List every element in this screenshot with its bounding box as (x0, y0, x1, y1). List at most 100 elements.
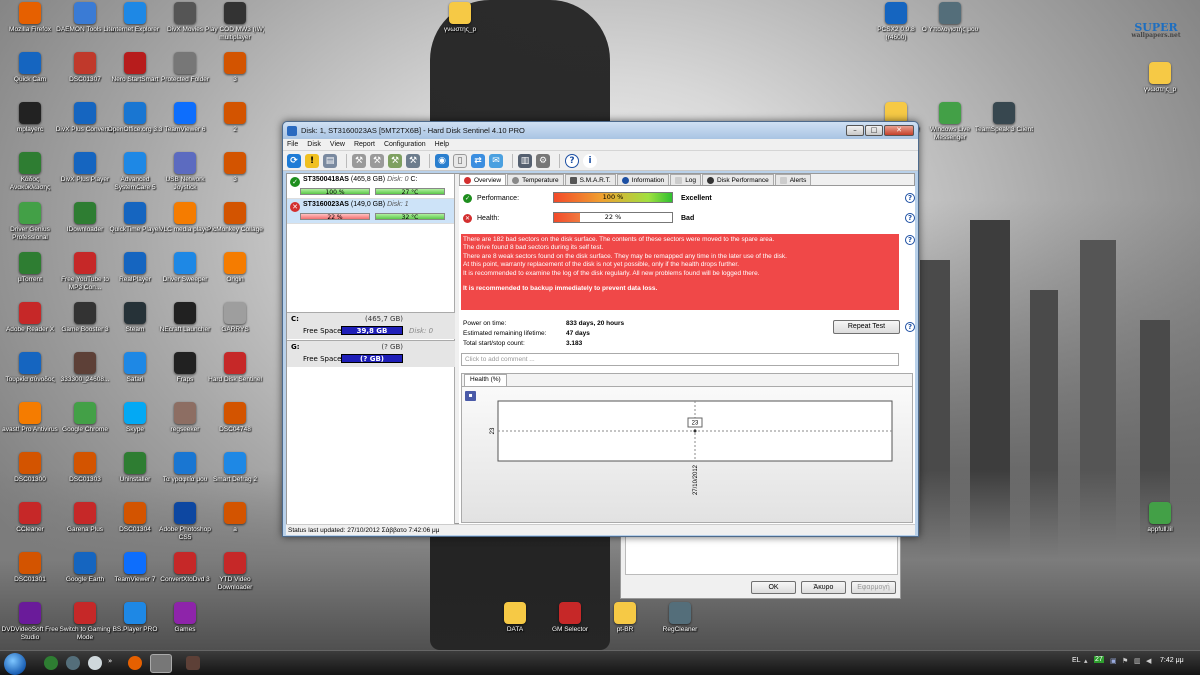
desktop-icon[interactable]: Driver Genius Professional (0, 202, 60, 242)
menu-report[interactable]: Report (354, 141, 375, 148)
tray-arrow-icon[interactable]: ▴ (1084, 657, 1088, 665)
desktop-icon[interactable]: γνωστης_p (1130, 62, 1190, 94)
tab-alerts[interactable]: Alerts (774, 174, 812, 185)
desktop-icon[interactable]: RegCleaner (650, 602, 710, 634)
desktop-icon[interactable]: µTorrent (0, 252, 60, 284)
desktop-icon[interactable]: DSC01301 (0, 552, 60, 584)
utorrent-taskbar-icon[interactable] (44, 656, 58, 670)
dialog-cancel-button[interactable]: Άκυρο (801, 581, 846, 594)
help-icon[interactable]: ? (565, 153, 579, 168)
volume-icon[interactable]: ◀ (1146, 657, 1151, 665)
tab-overview[interactable]: Overview (459, 174, 507, 185)
desktop-icon[interactable]: 3 (205, 52, 265, 84)
close-button[interactable]: ✕ (884, 125, 914, 136)
tab-disk-performance[interactable]: Disk Performance (702, 174, 774, 185)
desktop-icon[interactable]: Origin (205, 252, 265, 284)
desktop-icon[interactable]: DATA (485, 602, 545, 634)
help-icon[interactable]: ? (905, 235, 915, 245)
test-icon[interactable]: ⚒ (370, 153, 384, 168)
network-tray-icon[interactable]: ▥ (1134, 657, 1141, 665)
desktop-icon[interactable]: TeamSpeak 3 Client (974, 102, 1034, 134)
help-icon[interactable]: ? (905, 322, 915, 332)
desktop-icon[interactable]: avast! Pro Antivirus (0, 402, 60, 434)
desktop-icon[interactable]: Play COD MW3 (IW) multiplayer (205, 2, 265, 42)
desktop-icon[interactable]: DVDVideoSoft Free Studio (0, 602, 60, 642)
desktop-icon[interactable]: Games (155, 602, 215, 634)
desktop-icon[interactable]: 3 (205, 152, 265, 184)
desktop-icon[interactable]: DSC04748 (205, 402, 265, 434)
tools-icon[interactable]: ⚒ (406, 153, 420, 168)
desktop-icon[interactable]: Τουρκία σύνοδος (0, 352, 60, 384)
desktop-icon[interactable]: a (205, 502, 265, 534)
network-taskbar-icon[interactable] (66, 656, 80, 670)
desktop-icon[interactable]: Windows Live Messenger (920, 102, 980, 142)
window-titlebar[interactable]: Disk: 1, ST3160023AS [5MT2TX6B] - Hard D… (283, 122, 918, 139)
tray-app-icon[interactable]: ▣ (1110, 657, 1117, 665)
menu-file[interactable]: File (287, 141, 298, 148)
minimize-button[interactable]: – (846, 125, 864, 136)
warning-icon[interactable]: ! (305, 153, 319, 168)
desktop-icon[interactable]: Mozilla Firefox (0, 2, 60, 34)
desktop-icon[interactable]: CCleaner (0, 502, 60, 534)
settings-icon[interactable]: ⚙ (536, 153, 550, 168)
chart-tab-health[interactable]: Health (%) (464, 374, 507, 386)
drive-item-c[interactable]: C: (465,7 GB) Free Space 39,8 GB Disk: 0 (287, 312, 455, 339)
send-icon[interactable]: ✉ (489, 153, 503, 168)
protected-folder-icon (174, 52, 196, 74)
desktop-icon[interactable]: GARRYS (205, 302, 265, 334)
language-indicator[interactable]: EL (1072, 657, 1081, 664)
clock[interactable]: 7:42 μμ (1160, 657, 1184, 664)
help-icon[interactable]: ? (905, 213, 915, 223)
app-taskbar-icon[interactable] (186, 656, 200, 670)
menu-view[interactable]: View (330, 141, 345, 148)
hard-disk-sentinel-taskbar-icon[interactable] (150, 654, 172, 673)
tab-information[interactable]: Information (616, 174, 670, 185)
desktop-icon[interactable]: Hard Disk Sentinel (205, 352, 265, 384)
desktop-icon[interactable]: Ο Υπολογιστής μου (920, 2, 980, 34)
menu-configuration[interactable]: Configuration (384, 141, 426, 148)
dialog-ok-button[interactable]: OK (751, 581, 796, 594)
tray-temperature-badge[interactable]: 27 (1094, 656, 1104, 663)
desktop-icon[interactable]: PCSX2 0.9.8 (r4600) (866, 2, 926, 42)
drive-item-g[interactable]: G: (? GB) Free Space (? GB) (287, 340, 455, 367)
refresh-icon[interactable]: ⟳ (287, 153, 301, 168)
maximize-button[interactable]: □ (865, 125, 883, 136)
disk-item-selected[interactable]: ✕ ST3160023AS (149,0 GB) Disk: 1 22 % 32… (287, 199, 454, 224)
info-icon[interactable]: i (583, 153, 597, 168)
comment-field[interactable]: Click to add comment ... (461, 353, 899, 366)
tab-temperature[interactable]: Temperature (507, 174, 564, 185)
desktop-icon[interactable]: YTD Video Downloader (205, 552, 265, 592)
surface-test-icon[interactable]: ⚒ (388, 153, 402, 168)
hammer-icon[interactable]: ⚒ (352, 153, 366, 168)
tab-log[interactable]: Log (670, 174, 702, 185)
disk-item[interactable]: ✓ ST3500418AS (465,8 GB) Disk: 0 C: 100 … (287, 174, 454, 199)
globe-icon[interactable]: ◉ (435, 153, 449, 168)
repeat-test-button[interactable]: Repeat Test (833, 320, 900, 334)
desktop-icon[interactable]: Quick Cam (0, 52, 60, 84)
tab-smart[interactable]: S.M.A.R.T. (564, 174, 616, 185)
taskbar-overflow-icon[interactable]: » (108, 657, 112, 665)
desktop-icon[interactable]: appfull.lil (1130, 502, 1190, 534)
desktop-icon[interactable]: GM Selector (540, 602, 600, 634)
menu-disk[interactable]: Disk (307, 141, 321, 148)
desktop-icon[interactable]: Smart Defrag 2 (205, 452, 265, 484)
document-icon[interactable]: ▯ (453, 153, 467, 168)
sync-icon[interactable]: ⇄ (471, 153, 485, 168)
desktop-icon[interactable]: Adobe Reader X (0, 302, 60, 334)
help-icon[interactable]: ? (905, 193, 915, 203)
desktop-icon[interactable]: 2 (205, 102, 265, 134)
desktop-icon[interactable]: mplayerc (0, 102, 60, 134)
menu-help[interactable]: Help (435, 141, 449, 148)
tray-flag-icon[interactable]: ⚑ (1122, 657, 1128, 665)
desktop-icon[interactable]: γνωστης_p (430, 2, 490, 34)
desktop-icon[interactable]: pt-BR (595, 602, 655, 634)
chart-icon[interactable]: ▥ (518, 153, 532, 168)
firefox-taskbar-icon[interactable] (128, 656, 142, 670)
quicklaunch-icon[interactable] (88, 656, 102, 670)
dialog-apply-button[interactable]: Εφαρμογή (851, 581, 896, 594)
report-icon[interactable]: ▤ (323, 153, 337, 168)
desktop-icon[interactable]: DSC01300 (0, 452, 60, 484)
desktop-icon[interactable]: Κάδος Ανακύκλωσης (0, 152, 60, 192)
desktop-icon[interactable]: PicMonkey Collage (205, 202, 265, 234)
start-button[interactable] (4, 653, 26, 675)
